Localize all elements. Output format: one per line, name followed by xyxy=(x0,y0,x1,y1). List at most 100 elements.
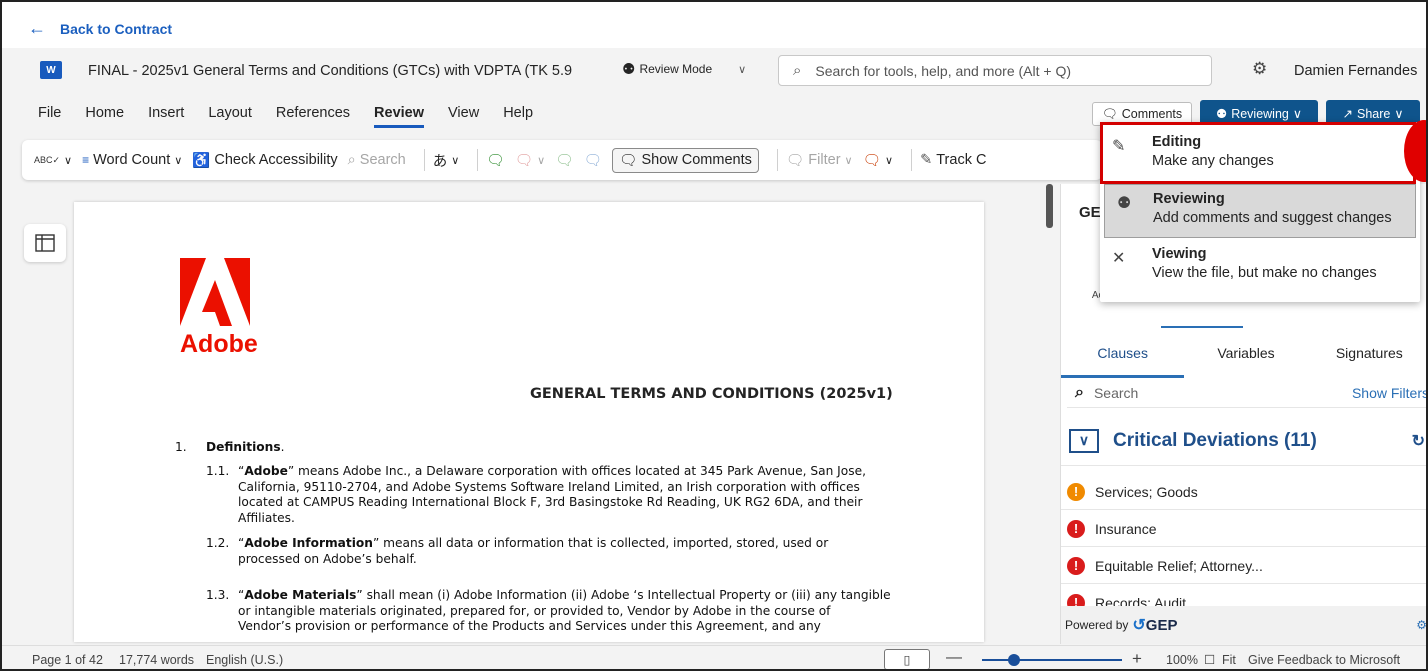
check-accessibility-button[interactable]: ♿ Check Accessibility xyxy=(192,152,337,169)
active-nav-indicator xyxy=(1161,326,1243,328)
markup-button[interactable]: 🗨︎ ∨ xyxy=(863,152,893,169)
clause-line: California, 95110-2704, and Adobe System… xyxy=(238,479,860,494)
collapse-icon[interactable]: ∨ xyxy=(1069,428,1099,453)
chevron-down-icon: ∨ xyxy=(537,154,546,167)
panel-header: GE xyxy=(1079,204,1101,221)
review-mode-indicator[interactable]: ⚉ Review Mode ∨ xyxy=(622,60,746,78)
markup-icon: 🗨︎ xyxy=(862,152,882,169)
reviewing-label: Reviewing xyxy=(1231,106,1289,121)
reviewing-icon: ⚉ xyxy=(1215,107,1228,121)
new-comment-button[interactable]: 🗨︎ xyxy=(486,152,504,169)
powered-by-footer: Powered by ↺ GEP ⚙ xyxy=(1061,606,1426,644)
feedback-link[interactable]: Give Feedback to Microsoft xyxy=(1248,653,1400,667)
new-comment-icon: 🗨︎ xyxy=(486,152,505,169)
subtab-signatures[interactable]: Signatures xyxy=(1308,338,1426,378)
zoom-slider[interactable] xyxy=(982,659,1122,661)
accessibility-icon: ♿ xyxy=(192,152,211,169)
reviewing-icon: ⚉ xyxy=(1117,195,1132,212)
tab-insert[interactable]: Insert xyxy=(148,94,184,130)
gep-logo-icon: ↺ xyxy=(1132,617,1146,634)
search-placeholder: Search for tools, help, and more (Alt + … xyxy=(815,62,1072,79)
option-description: Add comments and suggest changes xyxy=(1153,210,1392,226)
tab-references[interactable]: References xyxy=(276,94,350,130)
clause-first-line: “Adobe Materials” shall mean (i) Adobe I… xyxy=(238,588,891,602)
panel-search-placeholder: Search xyxy=(1093,384,1139,401)
page-view-button[interactable]: ▯ xyxy=(884,649,930,669)
filter-label: Filter xyxy=(808,152,841,168)
spelling-button[interactable]: ABC✓ ∨ xyxy=(34,154,72,167)
word-count-icon: ≡ xyxy=(82,153,90,167)
navigation-pane-button[interactable] xyxy=(24,224,66,262)
search-icon: ⌕ xyxy=(1075,383,1084,401)
dropdown-option-reviewing[interactable]: ⚉ Reviewing Add comments and suggest cha… xyxy=(1104,184,1416,238)
settings-gear-icon[interactable]: ⚙ xyxy=(1416,618,1426,632)
tab-layout[interactable]: Layout xyxy=(208,94,252,130)
powered-by-label: Powered by xyxy=(1065,618,1129,632)
deviation-label: Equitable Relief; Attorney... xyxy=(1095,557,1263,574)
next-comment-button[interactable]: 🗨︎ xyxy=(584,152,602,169)
fit-icon: ☐ xyxy=(1204,653,1216,667)
document-page[interactable]: Adobe GENERAL TERMS AND CONDITIONS (2025… xyxy=(74,202,984,642)
comment-icon: 🗨︎ xyxy=(1101,106,1118,121)
zoom-slider-thumb[interactable] xyxy=(1008,654,1020,666)
previous-comment-icon: 🗨︎ xyxy=(555,152,574,169)
dropdown-option-viewing[interactable]: ✕ Viewing View the file, but make no cha… xyxy=(1100,240,1420,294)
check-accessibility-label: Check Accessibility xyxy=(214,152,338,168)
clause-first-line: “Adobe” means Adobe Inc., a Delaware cor… xyxy=(238,464,866,478)
clause-line: located at CAMPUS Reading International … xyxy=(238,495,863,509)
deviation-item[interactable]: ! Insurance xyxy=(1061,511,1426,547)
zoom-out-button[interactable]: — xyxy=(946,649,962,667)
clause-text: ” means Adobe Inc., a Delaware corporati… xyxy=(287,464,866,478)
clause-term: Adobe xyxy=(244,464,288,478)
language[interactable]: English (U.S.) xyxy=(206,653,283,667)
settings-gear-icon[interactable]: ⚙ xyxy=(1252,59,1267,79)
delete-comment-button[interactable]: 🗨︎ ∨ xyxy=(515,152,545,169)
search-bar[interactable]: ⌕ Search for tools, help, and more (Alt … xyxy=(778,55,1212,86)
clause-line: or intangible materials originated, prep… xyxy=(238,603,831,618)
word-count[interactable]: 17,774 words xyxy=(119,653,194,667)
zoom-in-button[interactable]: + xyxy=(1132,649,1142,669)
word-count-button[interactable]: ≡ Word Count ∨ xyxy=(82,152,182,168)
user-name[interactable]: Damien Fernandes xyxy=(1294,63,1417,79)
document-title[interactable]: FINAL - 2025v1 General Terms and Conditi… xyxy=(88,63,572,79)
chevron-down-icon[interactable]: ∨ xyxy=(738,63,746,76)
deviation-item[interactable]: ! Equitable Relief; Attorney... xyxy=(1061,548,1426,584)
show-comments-label: Show Comments xyxy=(641,152,752,168)
translate-button[interactable]: あ ∨ xyxy=(433,150,460,171)
tab-file[interactable]: File xyxy=(38,94,61,130)
tab-review[interactable]: Review xyxy=(374,94,425,128)
back-to-contract-link[interactable]: ← Back to Contract xyxy=(28,18,172,39)
subtab-clauses[interactable]: Clauses xyxy=(1061,338,1185,378)
alert-icon: ! xyxy=(1067,556,1085,575)
fit-button[interactable]: Fit xyxy=(1222,653,1236,667)
chevron-down-icon: ∨ xyxy=(174,154,183,167)
page-count[interactable]: Page 1 of 42 xyxy=(32,653,103,667)
alert-icon: ! xyxy=(1067,482,1085,501)
show-comments-button[interactable]: 🗨︎ Show Comments xyxy=(612,147,759,173)
previous-comment-button[interactable]: 🗨︎ xyxy=(555,152,573,169)
delete-comment-icon: 🗨︎ xyxy=(514,152,534,169)
clause-first-line: “Adobe Information” means all data or in… xyxy=(238,536,829,550)
clause-line: Vendor’s provision or performance of the… xyxy=(238,619,821,633)
show-filters-link[interactable]: Show Filters xyxy=(1352,385,1426,401)
document-scrollbar[interactable] xyxy=(1046,184,1053,228)
search-button[interactable]: ⌕ Search xyxy=(348,152,406,168)
filter-button[interactable]: 🗨︎ Filter ∨ xyxy=(786,152,853,169)
tab-help[interactable]: Help xyxy=(503,94,533,130)
divider xyxy=(776,149,778,171)
panel-search[interactable]: ⌕ Search Show Filters xyxy=(1067,378,1426,408)
deviation-item[interactable]: ! Services; Goods xyxy=(1061,474,1426,510)
section-title-text: Definitions xyxy=(206,440,281,454)
track-changes-button[interactable]: ✎ Track C xyxy=(920,152,986,168)
translate-icon: あ xyxy=(432,153,448,170)
zoom-level[interactable]: 100% xyxy=(1166,653,1198,667)
critical-deviations-header[interactable]: ∨ Critical Deviations (11) ↻ xyxy=(1061,416,1426,466)
tab-home[interactable]: Home xyxy=(85,94,124,130)
clause-text: ” means all data or information that is … xyxy=(372,536,829,550)
app-window: ← Back to Contract W FINAL - 2025v1 Gene… xyxy=(0,0,1428,671)
clause-number: 1.3. xyxy=(206,588,230,602)
tab-view[interactable]: View xyxy=(448,94,479,130)
subtab-variables[interactable]: Variables xyxy=(1184,338,1307,378)
comments-label: Comments xyxy=(1121,107,1183,121)
refresh-icon[interactable]: ↻ xyxy=(1412,431,1425,451)
